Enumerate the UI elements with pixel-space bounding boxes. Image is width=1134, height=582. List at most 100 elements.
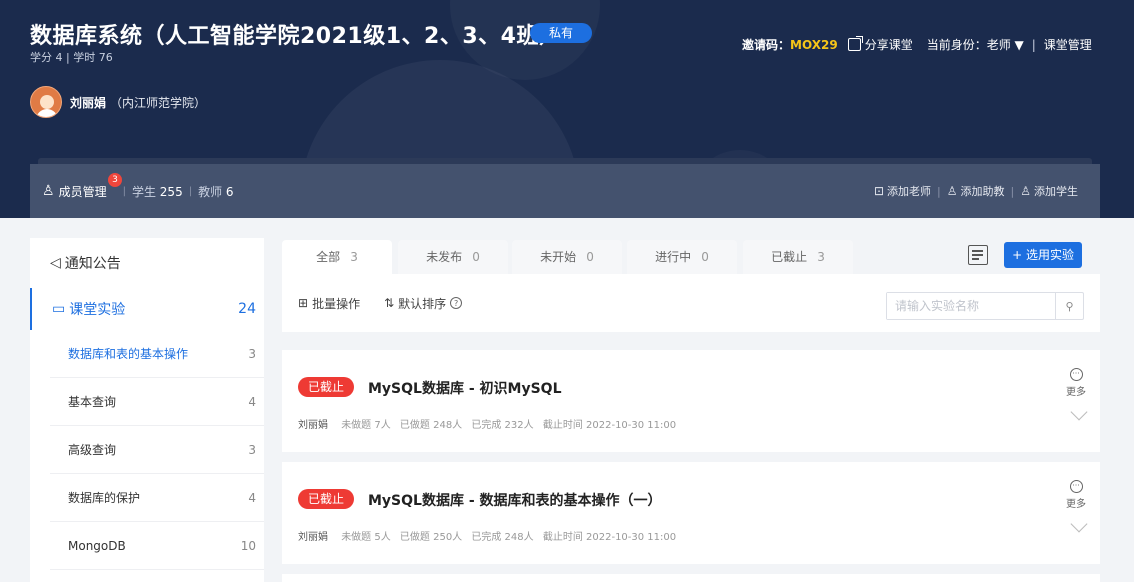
- experiment-author: 刘丽娟: [298, 420, 328, 431]
- tab-closed[interactable]: 已截止 3: [743, 240, 853, 274]
- member-manage[interactable]: ♙ 成员管理 3: [30, 172, 122, 200]
- not-done-count: 未做题 5人: [341, 532, 391, 543]
- experiment-card[interactable]: [282, 574, 1100, 582]
- students-stat: 学生 255: [131, 184, 183, 199]
- sidebar-subitem[interactable]: 基本查询 4: [50, 378, 264, 426]
- tab-all[interactable]: 全部 3: [282, 240, 392, 274]
- teachers-stat: 教师 6: [198, 184, 234, 199]
- sort-icon: ⇅: [384, 296, 395, 310]
- add-student-button[interactable]: 添加学生: [1034, 183, 1078, 199]
- not-done-count: 未做题 7人: [341, 420, 391, 431]
- sidebar-item-experiments[interactable]: ▭ 课堂实验 24: [30, 288, 264, 330]
- member-actions: ⊡ 添加老师 | ♙ 添加助教 | ♙ 添加学生: [874, 183, 1100, 199]
- header-actions: 邀请码： MOX29 分享课堂 当前身份：老师 ▼ | 课堂管理: [742, 36, 1092, 53]
- monitor-icon: ▭: [52, 301, 66, 317]
- experiment-card[interactable]: 已截止 MySQL数据库 - 初识MySQL 刘丽娟 未做题 7人 已做题 24…: [282, 350, 1100, 452]
- teacher-avatar[interactable]: [30, 86, 62, 118]
- completed-count: 已完成 248人: [471, 532, 534, 543]
- more-label: 更多: [1066, 499, 1086, 510]
- add-assistant-button[interactable]: 添加助教: [961, 183, 1005, 199]
- students-count: 255: [159, 184, 183, 199]
- course-title: 数据库系统（人工智能学院2021级1、2、3、4班）: [30, 24, 562, 49]
- user-icon: ♙: [42, 183, 55, 199]
- sidebar-item-notices[interactable]: ◁ 通知公告: [30, 238, 264, 288]
- invite-code: MOX29: [790, 37, 838, 52]
- add-student-icon: ♙: [1020, 184, 1031, 198]
- status-badge: 已截止: [298, 489, 355, 509]
- status-tabs: 全部 3 未发布 0 未开始 0 进行中 0 已截止 3 + 选用实验: [282, 238, 1100, 274]
- tab-not-started[interactable]: 未开始 0: [512, 240, 622, 274]
- teacher-school: （内江师范学院）: [110, 95, 207, 110]
- add-teacher-icon: ⊡: [873, 184, 885, 198]
- sidebar-subitem-count: 4: [248, 394, 256, 409]
- share-class-link[interactable]: 分享课堂: [865, 36, 913, 53]
- separator: |: [122, 185, 126, 197]
- experiment-meta: 刘丽娟 未做题 7人 已做题 248人 已完成 232人 截止时间 2022-1…: [298, 416, 682, 431]
- help-icon[interactable]: ?: [450, 297, 463, 309]
- sort-dropdown[interactable]: ⇅ 默认排序 ?: [384, 295, 463, 312]
- class-management-link[interactable]: 课堂管理: [1044, 36, 1092, 53]
- sidebar-subitem-label: 数据库和表的基本操作: [68, 347, 189, 361]
- experiment-search: ⚲: [886, 292, 1084, 320]
- separator: |: [937, 184, 941, 198]
- sidebar-subitem[interactable]: 数据库和表的基本操作 3: [50, 330, 264, 378]
- batch-action-label: 批量操作: [312, 296, 361, 311]
- sidebar-subitem[interactable]: 数据库的保护 4: [50, 474, 264, 522]
- course-meta: 学分 4 | 学时 76: [30, 51, 113, 64]
- sidebar-subitem[interactable]: MongoDB 10: [50, 522, 264, 570]
- sidebar-item-label: 课堂实验: [69, 302, 126, 318]
- teachers-count: 6: [225, 184, 234, 199]
- sidebar-subitem-label: 高级查询: [68, 443, 117, 457]
- experiment-card[interactable]: 已截止 MySQL数据库 - 数据库和表的基本操作（一） 刘丽娟 未做题 5人 …: [282, 462, 1100, 564]
- invite-code-label: 邀请码：: [742, 38, 791, 52]
- grid-icon: ⊞: [298, 296, 309, 310]
- sidebar-item-label: 通知公告: [64, 256, 121, 272]
- tab-tools: + 选用实验: [968, 242, 1082, 268]
- add-teacher-button[interactable]: 添加老师: [887, 183, 931, 199]
- separator: |: [188, 185, 193, 197]
- share-icon[interactable]: [847, 36, 863, 51]
- search-icon[interactable]: ⚲: [1055, 293, 1083, 319]
- sidebar-subitem-label: MongoDB: [68, 538, 126, 553]
- teacher-info: 刘丽娟 （内江师范学院）: [30, 86, 206, 118]
- sidebar: ◁ 通知公告 ▭ 课堂实验 24 数据库和表的基本操作 3 基本查询 4 高级查…: [30, 238, 264, 582]
- status-badge: 已截止: [298, 377, 355, 397]
- tab-unpublished[interactable]: 未发布 0: [398, 240, 508, 274]
- experiment-meta: 刘丽娟 未做题 5人 已做题 250人 已完成 248人 截止时间 2022-1…: [298, 528, 682, 543]
- more-button[interactable]: ··· 更多: [1064, 480, 1088, 510]
- add-assistant-icon: ♙: [946, 184, 958, 198]
- chevron-down-icon[interactable]: [1070, 403, 1088, 421]
- sidebar-subitem[interactable]: 高级查询 3: [50, 426, 264, 474]
- search-input[interactable]: [887, 293, 1055, 319]
- more-label: 更多: [1066, 387, 1086, 398]
- select-experiment-button[interactable]: + 选用实验: [1004, 242, 1082, 268]
- experiment-title[interactable]: MySQL数据库 - 初识MySQL: [368, 378, 561, 398]
- role-switcher[interactable]: 当前身份：老师 ▼: [927, 36, 1024, 53]
- deadline: 截止时间 2022-10-30 11:00: [542, 532, 677, 543]
- more-icon: ···: [1069, 480, 1083, 493]
- member-manage-label[interactable]: 成员管理: [59, 183, 107, 200]
- list-view-icon[interactable]: [968, 245, 989, 265]
- tab-in-progress[interactable]: 进行中 0: [627, 240, 737, 274]
- member-notification-badge: 3: [108, 172, 122, 187]
- sidebar-subitem-label: 数据库的保护: [68, 491, 141, 505]
- done-count: 已做题 248人: [399, 420, 463, 431]
- experiment-title[interactable]: MySQL数据库 - 数据库和表的基本操作（一）: [368, 490, 662, 510]
- teacher-name: 刘丽娟: [70, 95, 107, 110]
- member-bar: ♙ 成员管理 3 | 学生 255 | 教师 6 ⊡ 添加老师 | ♙ 添加助教…: [30, 164, 1100, 218]
- chevron-down-icon[interactable]: [1070, 515, 1088, 533]
- sidebar-item-count: 24: [238, 301, 256, 317]
- deadline: 截止时间 2022-10-30 11:00: [542, 420, 677, 431]
- completed-count: 已完成 232人: [471, 420, 534, 431]
- experiment-author: 刘丽娟: [298, 532, 328, 543]
- sidebar-subitem-count: 3: [248, 442, 256, 457]
- sidebar-subitem-count: 4: [248, 490, 256, 505]
- sidebar-subitem-label: 基本查询: [68, 395, 117, 409]
- more-button[interactable]: ··· 更多: [1064, 368, 1088, 398]
- main-content: 全部 3 未发布 0 未开始 0 进行中 0 已截止 3 + 选用实验 ⊞ 批量操作 ⇅ …: [282, 238, 1100, 582]
- sort-label: 默认排序: [398, 296, 447, 311]
- megaphone-icon: ◁: [50, 255, 61, 271]
- batch-action-button[interactable]: ⊞ 批量操作: [298, 295, 360, 312]
- sidebar-subitem-count: 3: [248, 346, 256, 361]
- separator: |: [1010, 184, 1015, 198]
